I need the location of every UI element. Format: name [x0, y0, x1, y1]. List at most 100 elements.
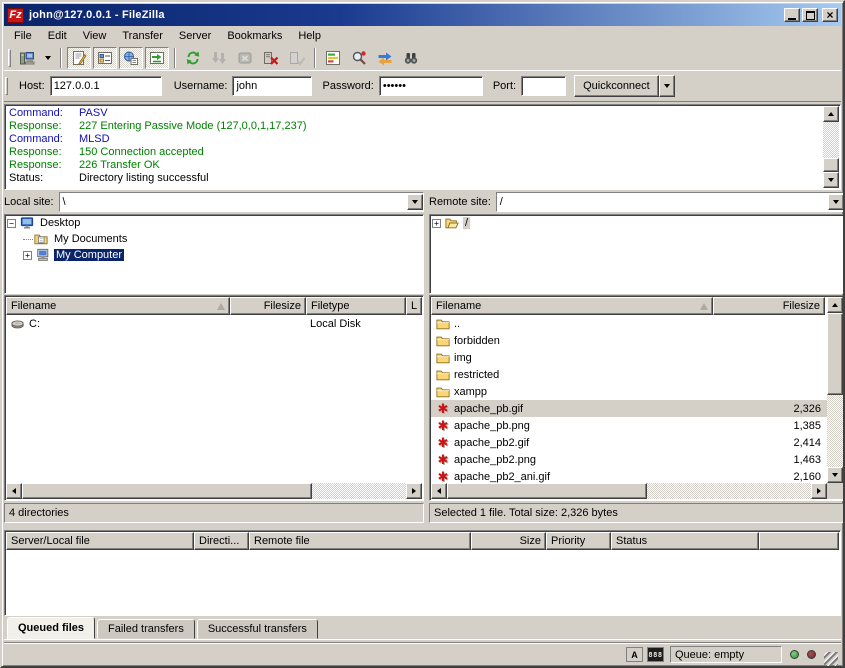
site-manager-dropdown-button[interactable] [41, 47, 55, 69]
speed-limit-icon[interactable]: 888 [647, 647, 664, 662]
scroll-left-button[interactable] [6, 483, 22, 499]
toggle-message-log-button[interactable] [67, 47, 91, 69]
tree-item[interactable]: My Documents [5, 231, 423, 247]
site-manager-button[interactable] [15, 47, 39, 69]
menu-edit[interactable]: Edit [40, 28, 75, 44]
resize-grip[interactable] [824, 652, 838, 666]
toolbar-grip[interactable] [5, 77, 8, 95]
refresh-button[interactable] [181, 47, 205, 69]
scroll-right-button[interactable] [406, 483, 422, 499]
scroll-right-button[interactable] [811, 483, 827, 499]
find-files-button[interactable] [399, 47, 423, 69]
process-queue-button[interactable] [207, 47, 231, 69]
file-row[interactable]: restricted [431, 366, 827, 383]
file-list-body[interactable]: C:Local Disk [6, 315, 422, 485]
menu-help[interactable]: Help [290, 28, 329, 44]
local-horizontal-scrollbar[interactable] [6, 483, 422, 499]
column-header-server-local-file[interactable]: Server/Local file [6, 532, 194, 550]
scrollbar-thumb[interactable] [823, 158, 839, 172]
column-header-remote-file[interactable]: Remote file [249, 532, 471, 550]
file-row[interactable]: .. [431, 315, 827, 332]
remote-vertical-scrollbar[interactable] [827, 297, 843, 483]
close-button[interactable]: × [822, 8, 838, 22]
minimize-button[interactable] [784, 8, 800, 22]
file-row[interactable]: ✱apache_pb2_ani.gif2,160 [431, 468, 827, 485]
menu-view[interactable]: View [75, 28, 115, 44]
scrollbar-track[interactable] [823, 122, 839, 172]
menu-file[interactable]: File [6, 28, 40, 44]
tree-item[interactable]: −Desktop [5, 215, 423, 231]
file-row[interactable]: ✱apache_pb.png1,385 [431, 417, 827, 434]
quickconnect-dropdown-button[interactable] [659, 75, 675, 97]
column-header-filetype[interactable]: Filetype [306, 297, 406, 315]
file-row[interactable]: ✱apache_pb2.png1,463 [431, 451, 827, 468]
scroll-up-button[interactable] [827, 297, 843, 313]
scrollbar-track[interactable] [22, 483, 406, 499]
chevron-down-icon [412, 200, 418, 204]
column-header-filename[interactable]: Filename [431, 297, 713, 315]
scrollbar-track[interactable] [447, 483, 811, 499]
tab-queued-files[interactable]: Queued files [7, 617, 95, 639]
remote-horizontal-scrollbar[interactable] [431, 483, 827, 499]
password-input[interactable] [379, 76, 483, 96]
column-header-l[interactable]: L [406, 297, 422, 315]
scroll-down-button[interactable] [827, 467, 843, 483]
host-input[interactable] [50, 76, 162, 96]
local-site-combobox[interactable]: \ [59, 192, 424, 212]
column-header-filesize[interactable]: Filesize [713, 297, 825, 315]
scrollbar-thumb[interactable] [22, 483, 312, 499]
scroll-down-button[interactable] [823, 172, 839, 188]
port-input[interactable] [521, 76, 566, 96]
remote-site-combobox[interactable]: / [496, 192, 845, 212]
maximize-button[interactable] [802, 8, 818, 22]
toggle-transfer-queue-button[interactable] [145, 47, 169, 69]
cancel-operation-button[interactable] [233, 47, 257, 69]
username-input[interactable] [232, 76, 312, 96]
menu-server[interactable]: Server [171, 28, 219, 44]
scroll-left-button[interactable] [431, 483, 447, 499]
tree-item[interactable]: +My Computer [5, 247, 423, 263]
column-header-filler[interactable] [759, 532, 839, 550]
file-row[interactable]: img [431, 349, 827, 366]
expand-icon[interactable]: + [23, 251, 32, 260]
file-row[interactable]: ✱apache_pb2.gif2,414 [431, 434, 827, 451]
disconnect-button[interactable] [259, 47, 283, 69]
file-list-body[interactable]: ..forbiddenimgrestrictedxampp✱apache_pb.… [431, 315, 827, 485]
filename-filters-button[interactable] [347, 47, 371, 69]
file-row[interactable]: forbidden [431, 332, 827, 349]
remote-site-dropdown-button[interactable] [828, 194, 844, 210]
toolbar-grip[interactable] [8, 49, 11, 67]
toggle-remote-tree-button[interactable] [119, 47, 143, 69]
menu-bookmarks[interactable]: Bookmarks [219, 28, 290, 44]
file-name: .. [454, 318, 460, 330]
column-header-filesize[interactable]: Filesize [230, 297, 306, 315]
transfer-type-icon[interactable]: A [626, 647, 643, 662]
file-row[interactable]: ✱apache_pb.gif2,326 [431, 400, 827, 417]
file-row[interactable]: xampp [431, 383, 827, 400]
menu-transfer[interactable]: Transfer [114, 28, 171, 44]
tab-failed-transfers[interactable]: Failed transfers [97, 619, 195, 639]
column-header-size[interactable]: Size [471, 532, 546, 550]
scrollbar-track[interactable] [827, 313, 843, 467]
directory-comparison-button[interactable] [321, 47, 345, 69]
log-vertical-scrollbar[interactable] [823, 106, 839, 188]
tab-successful-transfers[interactable]: Successful transfers [197, 619, 318, 639]
column-header-status[interactable]: Status [611, 532, 759, 550]
titlebar[interactable]: Fz john@127.0.0.1 - FileZilla × [4, 4, 841, 26]
scroll-up-button[interactable] [823, 106, 839, 122]
file-row[interactable]: C:Local Disk [6, 315, 422, 332]
column-header-priority[interactable]: Priority [546, 532, 611, 550]
scrollbar-thumb[interactable] [447, 483, 647, 499]
tree-item[interactable]: +/ [430, 215, 844, 231]
toggle-local-tree-button[interactable] [93, 47, 117, 69]
scrollbar-thumb[interactable] [827, 313, 843, 395]
quickconnect-button[interactable]: Quickconnect [574, 75, 659, 97]
reconnect-button[interactable] [285, 47, 309, 69]
column-header-directi-[interactable]: Directi... [194, 532, 249, 550]
synchronized-browsing-button[interactable] [373, 47, 397, 69]
column-header-filename[interactable]: Filename [6, 297, 230, 315]
local-site-dropdown-button[interactable] [407, 194, 423, 210]
expand-icon[interactable]: + [432, 219, 441, 228]
collapse-icon[interactable]: − [7, 219, 16, 228]
queue-body[interactable] [6, 551, 839, 614]
